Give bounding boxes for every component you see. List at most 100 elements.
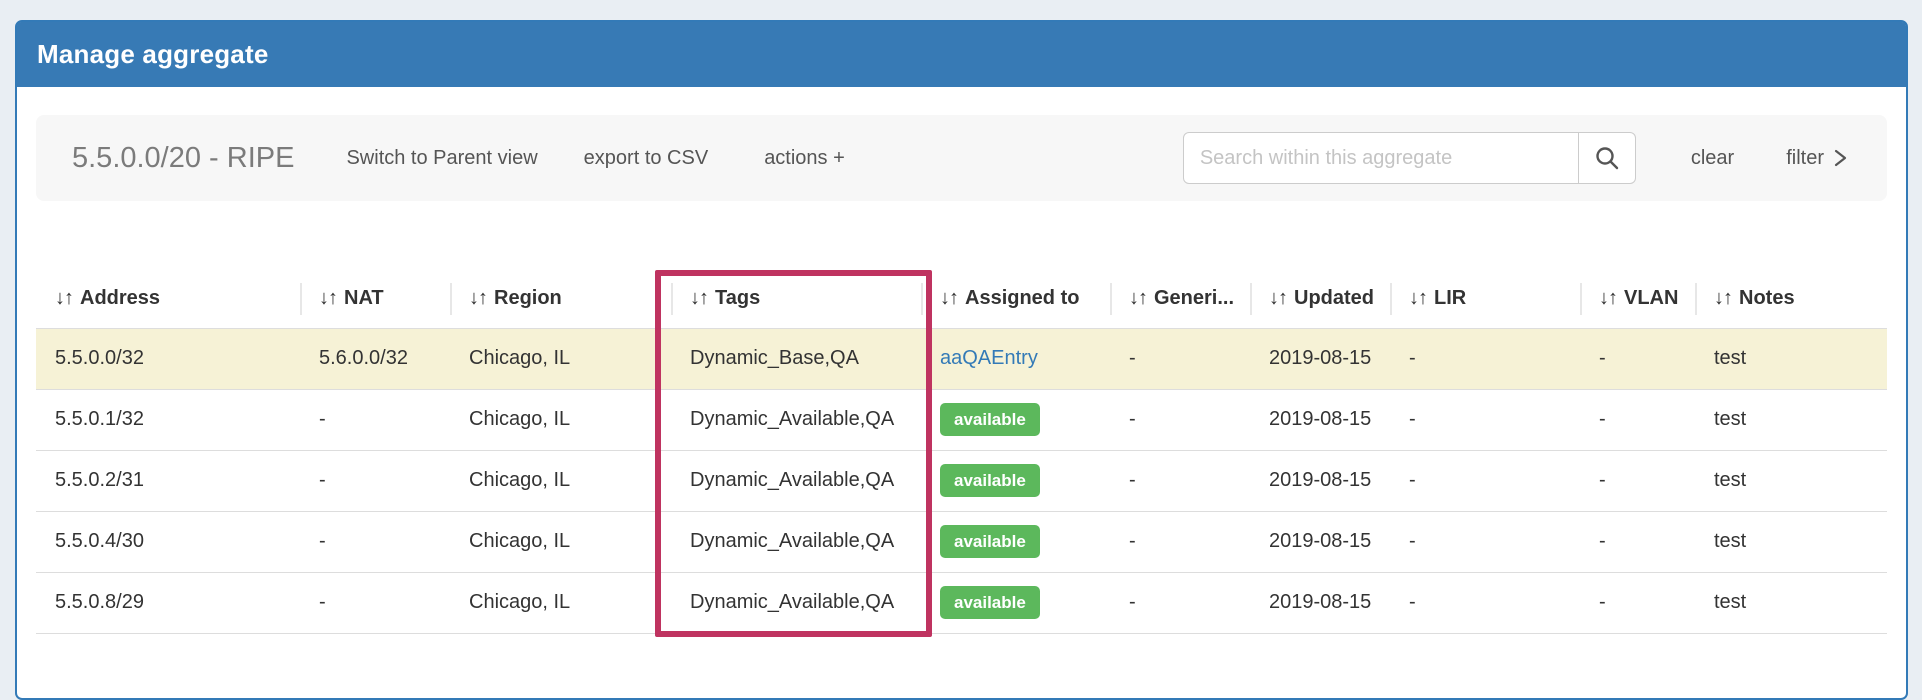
column-label: VLAN <box>1624 287 1678 309</box>
table-row[interactable]: 5.5.0.1/32 - Chicago, IL Dynamic_Availab… <box>36 389 1887 450</box>
column-header-tags[interactable]: ↓↑ Tags <box>671 270 921 328</box>
status-badge-available: available <box>940 586 1040 619</box>
column-label: Address <box>80 287 160 309</box>
cell-assigned-to: available <box>921 511 1110 572</box>
cell-updated: 2019-08-15 <box>1250 450 1390 511</box>
column-header-lir[interactable]: ↓↑LIR <box>1390 270 1580 328</box>
cell-nat: - <box>300 450 450 511</box>
aggregate-label: 5.5.0.0/20 - RIPE <box>72 142 294 175</box>
cell-generic: - <box>1110 328 1250 389</box>
sort-icon: ↓↑ <box>1714 287 1732 309</box>
cell-notes: test <box>1695 511 1887 572</box>
column-header-notes[interactable]: ↓↑ Notes <box>1695 270 1887 328</box>
sort-icon: ↓↑ <box>1269 287 1287 309</box>
cell-lir: - <box>1390 450 1580 511</box>
status-badge-available: available <box>940 403 1040 436</box>
switch-parent-view-link[interactable]: Switch to Parent view <box>346 147 537 170</box>
cell-notes: test <box>1695 328 1887 389</box>
page-title: Manage aggregate <box>37 39 269 70</box>
cell-region: Chicago, IL <box>450 450 671 511</box>
panel-header: Manage aggregate <box>17 22 1906 87</box>
sort-icon: ↓↑ <box>1129 287 1147 309</box>
cell-region: Chicago, IL <box>450 328 671 389</box>
cell-updated: 2019-08-15 <box>1250 511 1390 572</box>
column-label: Assigned to <box>965 287 1079 309</box>
table-row[interactable]: 5.5.0.8/29 - Chicago, IL Dynamic_Availab… <box>36 572 1887 633</box>
cell-generic: - <box>1110 511 1250 572</box>
toolbar: 5.5.0.0/20 - RIPE Switch to Parent view … <box>36 115 1887 201</box>
cell-notes: test <box>1695 572 1887 633</box>
cell-updated: 2019-08-15 <box>1250 572 1390 633</box>
sort-icon: ↓↑ <box>469 287 487 309</box>
column-header-vlan[interactable]: ↓↑ VLAN <box>1580 270 1695 328</box>
panel-body: 5.5.0.0/20 - RIPE Switch to Parent view … <box>17 87 1906 634</box>
cell-region: Chicago, IL <box>450 572 671 633</box>
cell-lir: - <box>1390 328 1580 389</box>
magnifier-icon <box>1594 145 1620 171</box>
cell-region: Chicago, IL <box>450 511 671 572</box>
cell-generic: - <box>1110 450 1250 511</box>
cell-address: 5.5.0.0/32 <box>36 328 300 389</box>
column-label: Generi... <box>1154 287 1234 309</box>
cell-address: 5.5.0.2/31 <box>36 450 300 511</box>
column-label: LIR <box>1434 287 1466 309</box>
column-header-assigned-to[interactable]: ↓↑ Assigned to <box>921 270 1110 328</box>
assigned-entry-link[interactable]: aaQAEntry <box>940 347 1038 369</box>
sort-icon: ↓↑ <box>55 287 73 309</box>
cell-nat: - <box>300 389 450 450</box>
search-input[interactable] <box>1183 132 1579 184</box>
table-row[interactable]: 5.5.0.4/30 - Chicago, IL Dynamic_Availab… <box>36 511 1887 572</box>
chevron-right-icon <box>1834 148 1847 168</box>
sort-icon: ↓↑ <box>319 287 337 309</box>
cell-assigned-to: available <box>921 450 1110 511</box>
cell-tags: Dynamic_Available,QA <box>671 511 921 572</box>
status-badge-available: available <box>940 525 1040 558</box>
cell-notes: test <box>1695 389 1887 450</box>
table-header-row: ↓↑ Address ↓↑NAT ↓↑ Region ↓↑ Tags ↓↑ Assign… <box>36 270 1887 328</box>
cell-tags: Dynamic_Available,QA <box>671 450 921 511</box>
cell-vlan: - <box>1580 328 1695 389</box>
search-group <box>1183 132 1636 184</box>
cell-assigned-to: aaQAEntry <box>921 328 1110 389</box>
sort-icon: ↓↑ <box>690 287 708 309</box>
cell-generic: - <box>1110 572 1250 633</box>
manage-aggregate-panel: Manage aggregate 5.5.0.0/20 - RIPE Switc… <box>15 20 1908 700</box>
aggregate-table-wrap: ↓↑ Address ↓↑NAT ↓↑ Region ↓↑ Tags ↓↑ Assign… <box>36 270 1887 634</box>
column-label: Notes <box>1739 287 1795 309</box>
column-header-nat[interactable]: ↓↑NAT <box>300 270 450 328</box>
cell-updated: 2019-08-15 <box>1250 328 1390 389</box>
status-badge-available: available <box>940 464 1040 497</box>
table-row[interactable]: 5.5.0.2/31 - Chicago, IL Dynamic_Availab… <box>36 450 1887 511</box>
export-csv-link[interactable]: export to CSV <box>584 147 709 170</box>
filter-link[interactable]: filter <box>1786 147 1847 170</box>
cell-vlan: - <box>1580 450 1695 511</box>
cell-lir: - <box>1390 511 1580 572</box>
aggregate-table: ↓↑ Address ↓↑NAT ↓↑ Region ↓↑ Tags ↓↑ Assign… <box>36 270 1887 634</box>
column-label: Region <box>494 287 562 309</box>
sort-icon: ↓↑ <box>1599 287 1617 309</box>
column-label: Tags <box>715 287 760 309</box>
cell-address: 5.5.0.4/30 <box>36 511 300 572</box>
sort-icon: ↓↑ <box>940 287 958 309</box>
cell-lir: - <box>1390 572 1580 633</box>
actions-menu-link[interactable]: actions + <box>764 147 845 170</box>
cell-tags: Dynamic_Available,QA <box>671 572 921 633</box>
column-header-region[interactable]: ↓↑ Region <box>450 270 671 328</box>
search-button[interactable] <box>1579 132 1636 184</box>
cell-tags: Dynamic_Available,QA <box>671 389 921 450</box>
cell-vlan: - <box>1580 389 1695 450</box>
cell-updated: 2019-08-15 <box>1250 389 1390 450</box>
cell-vlan: - <box>1580 511 1695 572</box>
cell-tags: Dynamic_Base,QA <box>671 328 921 389</box>
column-header-address[interactable]: ↓↑ Address <box>36 270 300 328</box>
cell-nat: 5.6.0.0/32 <box>300 328 450 389</box>
clear-link[interactable]: clear <box>1691 147 1734 170</box>
cell-assigned-to: available <box>921 389 1110 450</box>
column-label: Updated <box>1294 287 1374 309</box>
filter-link-label: filter <box>1786 147 1824 170</box>
column-header-updated[interactable]: ↓↑ Updated <box>1250 270 1390 328</box>
cell-lir: - <box>1390 389 1580 450</box>
cell-generic: - <box>1110 389 1250 450</box>
table-row[interactable]: 5.5.0.0/32 5.6.0.0/32 Chicago, IL Dynami… <box>36 328 1887 389</box>
column-header-generic[interactable]: ↓↑ Generi... <box>1110 270 1250 328</box>
